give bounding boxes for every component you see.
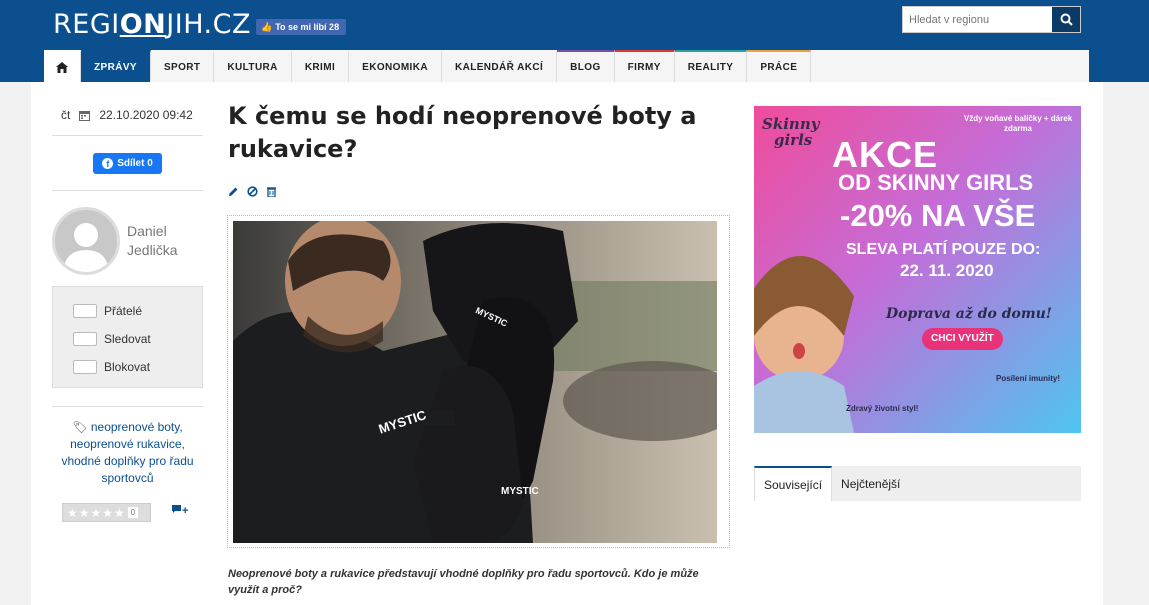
advertisement-banner[interactable]: Skinny girls Vždy voňavé balíčky + dárek … (754, 106, 1081, 433)
related-tabs: Související Nejčtenější (754, 466, 1081, 501)
toggle-switch[interactable] (73, 360, 97, 374)
ad-immunity: Posílení imunity! (996, 374, 1061, 383)
author-first-name: Daniel (127, 223, 167, 239)
nav-item-zpravy[interactable]: ZPRÁVY (81, 50, 151, 82)
toggle-label: Přátelé (104, 304, 143, 318)
main-nav: ZPRÁVY SPORT KULTURA KRIMI EKONOMIKA KAL… (44, 50, 1089, 82)
nav-item-ekonomika[interactable]: EKONOMIKA (349, 50, 442, 82)
site-logo[interactable]: REGIONJIH.CZ (53, 9, 251, 40)
ad-brand-line: girls (774, 131, 813, 149)
ad-brand-logo: Skinny girls (762, 116, 819, 148)
tab-most-read[interactable]: Nejčtenější (832, 466, 909, 501)
avatar[interactable] (52, 207, 120, 275)
toggle-switch[interactable] (73, 332, 97, 346)
ad-validity: SLEVA PLATÍ POUZE DO: (846, 241, 1041, 258)
logo-part-bold: ON (119, 9, 167, 40)
ad-cta-button[interactable]: CHCI VYUŽÍT (922, 328, 1003, 350)
search-button[interactable] (1052, 7, 1080, 32)
rating-stars[interactable]: ★★★★★ 0 (62, 503, 151, 522)
divider (52, 135, 203, 136)
tab-related[interactable]: Související (754, 466, 833, 501)
toggle-switch[interactable] (73, 304, 97, 318)
article-date: čt 22.10.2020 09:42 (52, 108, 203, 122)
nav-item-sport[interactable]: SPORT (151, 50, 215, 82)
toggle-friends[interactable]: Přátelé (73, 304, 142, 318)
thumbs-up-icon: 👍 (261, 21, 273, 32)
search-input[interactable] (903, 7, 1051, 32)
block-icon[interactable] (247, 186, 258, 197)
nav-item-firmy[interactable]: FIRMY (614, 50, 675, 82)
nav-home[interactable] (44, 50, 81, 82)
article-photo[interactable]: MYSTIC MYSTIC MYSTIC (233, 221, 717, 543)
nav-item-krimi[interactable]: KRIMI (292, 50, 350, 82)
photo-illustration: MYSTIC MYSTIC MYSTIC (233, 221, 717, 543)
article-photo-frame: MYSTIC MYSTIC MYSTIC (227, 215, 730, 548)
article-tags[interactable]: 🏷 neoprenové boty, neoprenové rukavice, … (52, 419, 203, 487)
divider (52, 190, 203, 191)
facebook-like-button[interactable]: 👍 To se mi líbí 28 (256, 19, 346, 35)
facebook-icon: f (102, 158, 114, 169)
author-actions: Přátelé Sledovat Blokovat (52, 286, 203, 388)
rating-count: 0 (127, 507, 139, 518)
toggle-block[interactable]: Blokovat (73, 360, 150, 374)
toggle-label: Blokovat (104, 360, 151, 374)
article-tools (228, 186, 277, 197)
article-title: K čemu se hodí neoprenové boty a rukavic… (228, 102, 697, 163)
ad-subline: OD SKINNY GIRLS (838, 170, 1034, 195)
ad-lifestyle: Zdravý životní styl! (846, 404, 919, 413)
plus-icon: + (182, 505, 189, 517)
nav-item-kalendar[interactable]: KALENDÁŘ AKCÍ (442, 50, 558, 82)
user-silhouette-icon (63, 223, 109, 272)
ad-gift-note: Vždy voňavé balíčky + dárek zdarma (963, 114, 1073, 133)
trash-icon[interactable] (266, 186, 277, 197)
like-label: To se mi líbí 28 (275, 22, 340, 32)
logo-part: JIH.CZ (166, 9, 251, 40)
author-last-name: Jedlička (127, 242, 178, 258)
comment-icon (172, 505, 181, 513)
add-comment-button[interactable]: + (171, 504, 188, 517)
nav-item-reality[interactable]: REALITY (674, 50, 748, 82)
nav-item-prace[interactable]: PRÁCE (747, 50, 812, 82)
edit-icon[interactable] (228, 186, 239, 197)
nav-item-kultura[interactable]: KULTURA (214, 50, 292, 82)
calendar-icon (79, 110, 91, 121)
date-value: 22.10.2020 09:42 (99, 108, 193, 122)
photo-brand-label-glove: MYSTIC (501, 486, 539, 497)
article-perex: Neoprenové boty a rukavice představují v… (228, 568, 699, 596)
toggle-follow[interactable]: Sledovat (73, 332, 151, 346)
ad-delivery: Doprava až do domu! (886, 306, 1052, 322)
divider (52, 406, 203, 407)
share-label: Sdílet 0 (117, 158, 153, 169)
ad-date: 22. 11. 2020 (900, 261, 994, 280)
logo-part: REGI (53, 9, 120, 40)
star-icons[interactable]: ★★★★★ (67, 506, 126, 520)
toggle-label: Sledovat (104, 332, 151, 346)
day-label: čt (61, 108, 71, 122)
facebook-share-button[interactable]: f Sdílet 0 (93, 153, 162, 174)
nav-item-blog[interactable]: BLOG (557, 50, 615, 82)
search-icon (1060, 13, 1073, 26)
ad-discount: -20% NA VŠE (840, 198, 1036, 233)
site-header: REGIONJIH.CZ 👍 To se mi líbí 28 ZPRÁVY S… (0, 0, 1149, 82)
tag-icon: 🏷 (72, 420, 88, 434)
search-box (902, 6, 1081, 33)
home-icon (56, 61, 68, 73)
author-name[interactable]: Daniel Jedlička (127, 222, 178, 260)
